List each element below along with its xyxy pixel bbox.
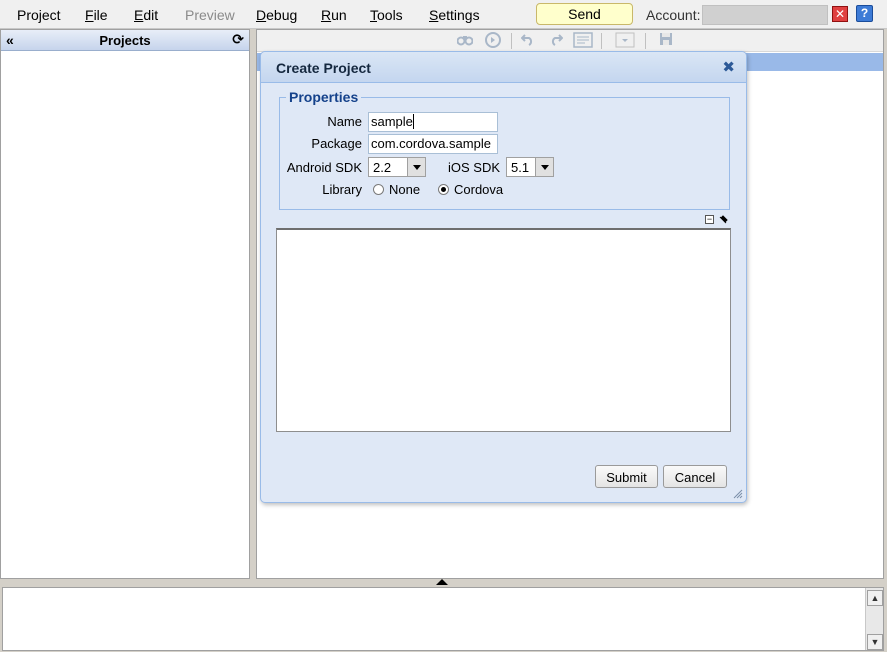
android-sdk-label: Android SDK bbox=[286, 160, 362, 175]
toolbar-separator bbox=[645, 33, 646, 49]
menu-edit[interactable]: Edit bbox=[134, 7, 158, 23]
library-cordova-label[interactable]: Cordova bbox=[454, 182, 503, 197]
dropdown-icon[interactable] bbox=[615, 32, 635, 52]
undo-icon[interactable] bbox=[520, 32, 535, 50]
menu-file[interactable]: File bbox=[85, 7, 108, 23]
projects-panel: « Projects ⟳ bbox=[0, 29, 250, 579]
menu-run[interactable]: Run bbox=[321, 7, 347, 23]
menu-tools[interactable]: Tools bbox=[370, 7, 403, 23]
ios-sdk-select[interactable]: 5.1 bbox=[506, 157, 554, 177]
navigate-icon[interactable] bbox=[485, 32, 501, 52]
chevron-down-icon[interactable] bbox=[535, 158, 553, 176]
project-description-editor[interactable] bbox=[276, 228, 731, 432]
find-icon[interactable] bbox=[456, 32, 474, 50]
help-icon[interactable]: ? bbox=[856, 5, 873, 22]
menu-settings[interactable]: Settings bbox=[429, 7, 480, 23]
split-handle-icon[interactable] bbox=[436, 579, 448, 585]
refresh-icon[interactable]: ⟳ bbox=[232, 31, 244, 48]
name-label: Name bbox=[327, 114, 362, 129]
resize-grip-icon[interactable] bbox=[733, 489, 743, 499]
package-label: Package bbox=[311, 136, 362, 151]
chevron-down-icon[interactable] bbox=[407, 158, 425, 176]
menu-project[interactable]: Project bbox=[17, 7, 61, 23]
projects-panel-header: « Projects ⟳ bbox=[1, 30, 249, 51]
redo-icon[interactable] bbox=[549, 32, 564, 50]
name-input[interactable]: sample bbox=[368, 112, 498, 132]
editor-controls: − bbox=[705, 215, 729, 227]
library-none-label[interactable]: None bbox=[389, 182, 420, 197]
library-cordova-radio[interactable] bbox=[438, 184, 449, 195]
minimize-icon[interactable]: − bbox=[705, 215, 714, 224]
projects-title: Projects bbox=[99, 33, 151, 48]
properties-fieldset: Properties Name sample Package com.cordo… bbox=[279, 89, 730, 210]
save-icon[interactable] bbox=[659, 32, 673, 50]
menu-bar: Project File Edit Preview Debug Run Tool… bbox=[0, 0, 887, 42]
close-icon[interactable]: ✕ bbox=[832, 6, 848, 22]
account-field[interactable] bbox=[702, 5, 828, 25]
submit-button[interactable]: Submit bbox=[595, 465, 658, 488]
android-sdk-select[interactable]: 2.2 bbox=[368, 157, 426, 177]
library-none-radio[interactable] bbox=[373, 184, 384, 195]
console-scrollbar[interactable]: ▲ ▼ bbox=[865, 588, 883, 650]
scroll-up-icon[interactable]: ▲ bbox=[867, 590, 883, 606]
toolbar-separator bbox=[601, 33, 602, 49]
cancel-button[interactable]: Cancel bbox=[663, 465, 727, 488]
create-project-dialog: Create Project ✖ Properties Name sample … bbox=[260, 51, 747, 503]
pin-icon[interactable] bbox=[718, 215, 728, 228]
send-feedback-button[interactable]: Send Feedback bbox=[536, 3, 633, 42]
ios-sdk-label: iOS SDK bbox=[448, 160, 501, 175]
library-label: Library bbox=[322, 182, 362, 197]
outline-icon[interactable] bbox=[573, 32, 593, 52]
editor-toolbar bbox=[257, 30, 883, 52]
package-input[interactable]: com.cordova.sample bbox=[368, 134, 498, 154]
toolbar-separator bbox=[511, 33, 512, 49]
scroll-down-icon[interactable]: ▼ bbox=[867, 634, 883, 650]
properties-legend: Properties bbox=[286, 89, 362, 105]
dialog-header[interactable]: Create Project ✖ bbox=[261, 52, 746, 83]
dialog-title: Create Project bbox=[276, 60, 371, 76]
account-label: Account: bbox=[646, 7, 701, 23]
console-panel: ▲ ▼ bbox=[2, 587, 884, 651]
menu-preview[interactable]: Preview bbox=[185, 7, 235, 23]
menu-debug[interactable]: Debug bbox=[256, 7, 297, 23]
dialog-close-icon[interactable]: ✖ bbox=[722, 60, 735, 75]
